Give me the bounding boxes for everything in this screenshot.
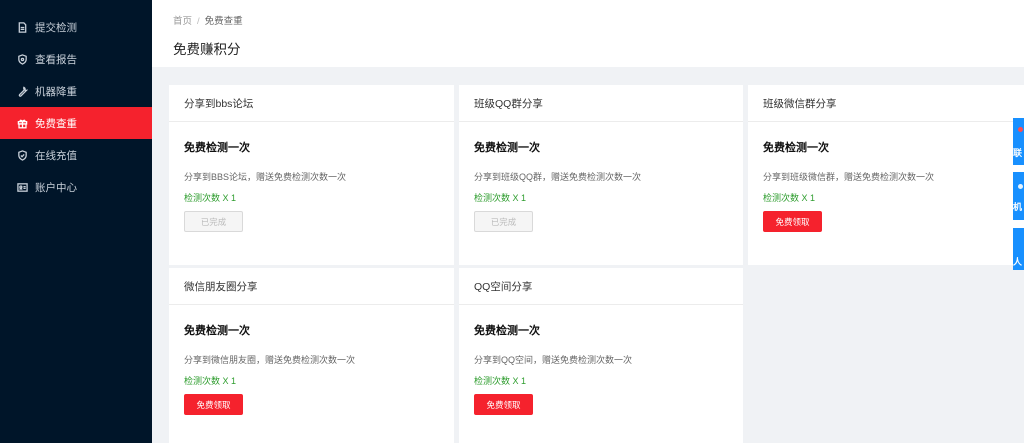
notification-dot-icon — [1018, 127, 1023, 132]
card-description: 分享到BBS论坛，赠送免费检测次数一次 — [184, 172, 347, 182]
sidebar: 提交检测 查看报告 机器降重 免费查重 在线充值 账户中心 — [0, 0, 152, 443]
float-tab-label: 机 — [1013, 202, 1023, 212]
sidebar-item-label: 查看报告 — [35, 53, 77, 66]
card-heading: 免费检测一次 — [474, 325, 540, 337]
breadcrumb-separator: / — [197, 16, 200, 27]
card-reward: 检测次数 X 1 — [474, 376, 527, 386]
card-reward: 检测次数 X 1 — [763, 193, 816, 203]
card-reward: 检测次数 X 1 — [184, 193, 237, 203]
sidebar-item-free-check[interactable]: 免费查重 — [0, 107, 152, 139]
page-header: 首页 / 免费查重 免费赚积分 — [152, 0, 1024, 67]
float-tab-human[interactable]: 人 — [1013, 228, 1024, 270]
breadcrumb-home-link[interactable]: 首页 — [173, 16, 192, 27]
sidebar-item-machine-rewrite[interactable]: 机器降重 — [0, 75, 152, 107]
card-description: 分享到班级微信群，赠送免费检测次数一次 — [763, 172, 935, 182]
task-card-qzone: QQ空间分享 免费检测一次 分享到QQ空间，赠送免费检测次数一次 检测次数 X … — [459, 268, 743, 443]
claim-free-button[interactable]: 免费领取 — [184, 394, 243, 415]
sidebar-item-view-report[interactable]: 查看报告 — [0, 43, 152, 75]
task-card-bbs: 分享到bbs论坛 免费检测一次 分享到BBS论坛，赠送免费检测次数一次 检测次数… — [169, 85, 454, 265]
sidebar-item-submit-check[interactable]: 提交检测 — [0, 11, 152, 43]
wrench-icon — [16, 85, 28, 97]
task-card-wechat-group: 班级微信群分享 免费检测一次 分享到班级微信群，赠送免费检测次数一次 检测次数 … — [748, 85, 1024, 265]
float-tab-label: 人 — [1013, 257, 1023, 267]
card-heading: 免费检测一次 — [184, 142, 250, 154]
card-reward: 检测次数 X 1 — [474, 193, 527, 203]
card-title: QQ空间分享 — [459, 268, 743, 305]
card-reward: 检测次数 X 1 — [184, 376, 237, 386]
document-icon — [16, 21, 28, 33]
shield-check-icon — [16, 149, 28, 161]
sidebar-item-label: 在线充值 — [35, 149, 77, 162]
float-tab-machine[interactable]: 机 — [1013, 172, 1024, 220]
float-tab-contact[interactable]: 联 — [1013, 118, 1024, 165]
id-card-icon — [16, 181, 28, 193]
completed-button[interactable]: 已完成 — [184, 211, 243, 232]
card-title: 分享到bbs论坛 — [169, 85, 454, 122]
breadcrumb: 首页 / 免费查重 — [173, 13, 243, 27]
robot-icon — [1018, 184, 1023, 189]
claim-free-button[interactable]: 免费领取 — [763, 211, 822, 232]
completed-button[interactable]: 已完成 — [474, 211, 533, 232]
card-title: 班级微信群分享 — [748, 85, 1024, 122]
float-tab-label: 联 — [1013, 148, 1023, 158]
card-heading: 免费检测一次 — [184, 325, 250, 337]
claim-free-button[interactable]: 免费领取 — [474, 394, 533, 415]
task-card-wechat-moments: 微信朋友圈分享 免费检测一次 分享到微信朋友圈，赠送免费检测次数一次 检测次数 … — [169, 268, 454, 443]
card-description: 分享到QQ空间，赠送免费检测次数一次 — [474, 355, 633, 365]
card-description: 分享到微信朋友圈，赠送免费检测次数一次 — [184, 355, 356, 365]
card-title: 微信朋友圈分享 — [169, 268, 454, 305]
card-heading: 免费检测一次 — [763, 142, 829, 154]
page-title: 免费赚积分 — [173, 42, 241, 57]
sidebar-item-recharge[interactable]: 在线充值 — [0, 139, 152, 171]
sidebar-item-label: 免费查重 — [35, 117, 77, 130]
sidebar-item-label: 提交检测 — [35, 21, 77, 34]
shield-icon — [16, 53, 28, 65]
card-heading: 免费检测一次 — [474, 142, 540, 154]
breadcrumb-current: 免费查重 — [204, 16, 243, 27]
card-description: 分享到班级QQ群，赠送免费检测次数一次 — [474, 172, 642, 182]
task-card-qq-group: 班级QQ群分享 免费检测一次 分享到班级QQ群，赠送免费检测次数一次 检测次数 … — [459, 85, 743, 265]
card-title: 班级QQ群分享 — [459, 85, 743, 122]
sidebar-item-label: 账户中心 — [35, 181, 77, 194]
sidebar-item-label: 机器降重 — [35, 85, 77, 98]
sidebar-item-account[interactable]: 账户中心 — [0, 171, 152, 203]
gift-icon — [16, 117, 28, 129]
